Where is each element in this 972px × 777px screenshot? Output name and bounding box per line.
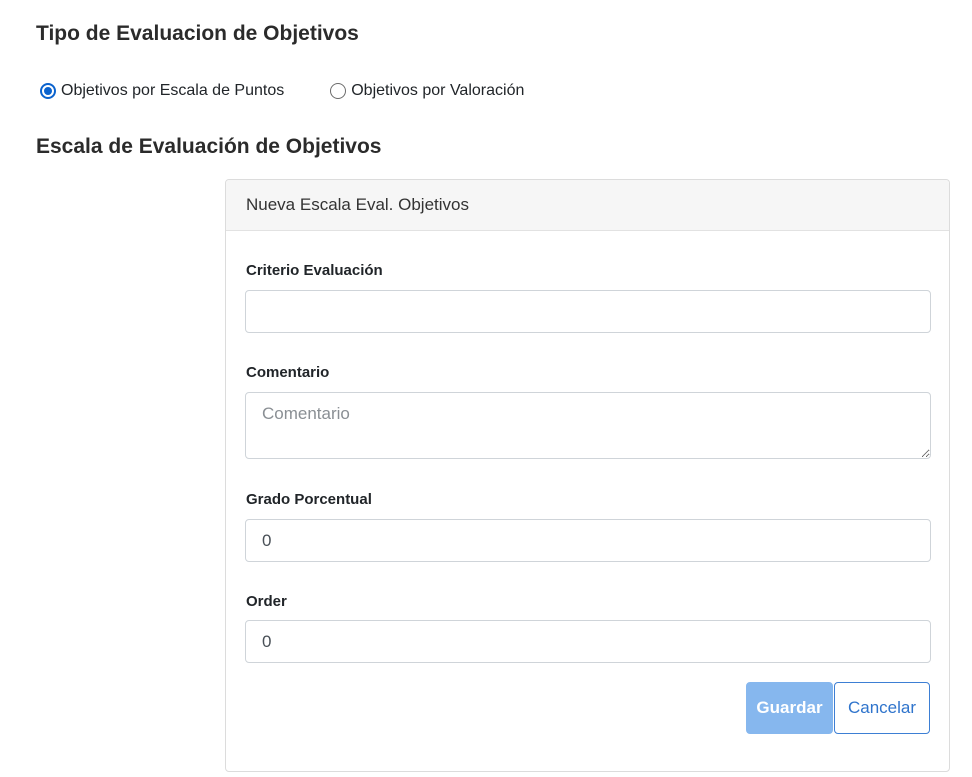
order-input[interactable] <box>245 620 931 663</box>
section-title-evaluation-type: Tipo de Evaluacion de Objetivos <box>36 22 359 45</box>
order-label: Order <box>246 593 287 610</box>
page: Tipo de Evaluacion de Objetivos Objetivo… <box>0 0 972 777</box>
radio-checked-icon[interactable] <box>40 83 56 99</box>
save-button[interactable]: Guardar <box>746 682 833 734</box>
comentario-textarea[interactable] <box>245 392 931 459</box>
criterio-input[interactable] <box>245 290 931 333</box>
cancel-button[interactable]: Cancelar <box>834 682 930 734</box>
grado-porcentual-input[interactable] <box>245 519 931 562</box>
grado-porcentual-label: Grado Porcentual <box>246 491 372 508</box>
radio-unchecked-icon[interactable] <box>330 83 347 99</box>
evaluation-type-radio-group: Objetivos por Escala de Puntos Objetivos… <box>40 80 524 102</box>
radio-label-points-scale: Objetivos por Escala de Puntos <box>61 82 285 99</box>
comentario-label: Comentario <box>246 364 330 381</box>
criterio-label: Criterio Evaluación <box>246 262 383 279</box>
radio-label-valuation: Objetivos por Valoración <box>351 82 525 99</box>
section-title-evaluation-scale: Escala de Evaluación de Objetivos <box>36 135 382 158</box>
radio-option-valuation[interactable]: Objetivos por Valoración <box>330 82 524 100</box>
card-header: Nueva Escala Eval. Objetivos <box>226 180 949 231</box>
new-scale-card: Nueva Escala Eval. Objetivos Criterio Ev… <box>225 179 950 772</box>
radio-option-points-scale[interactable]: Objetivos por Escala de Puntos <box>40 82 284 100</box>
